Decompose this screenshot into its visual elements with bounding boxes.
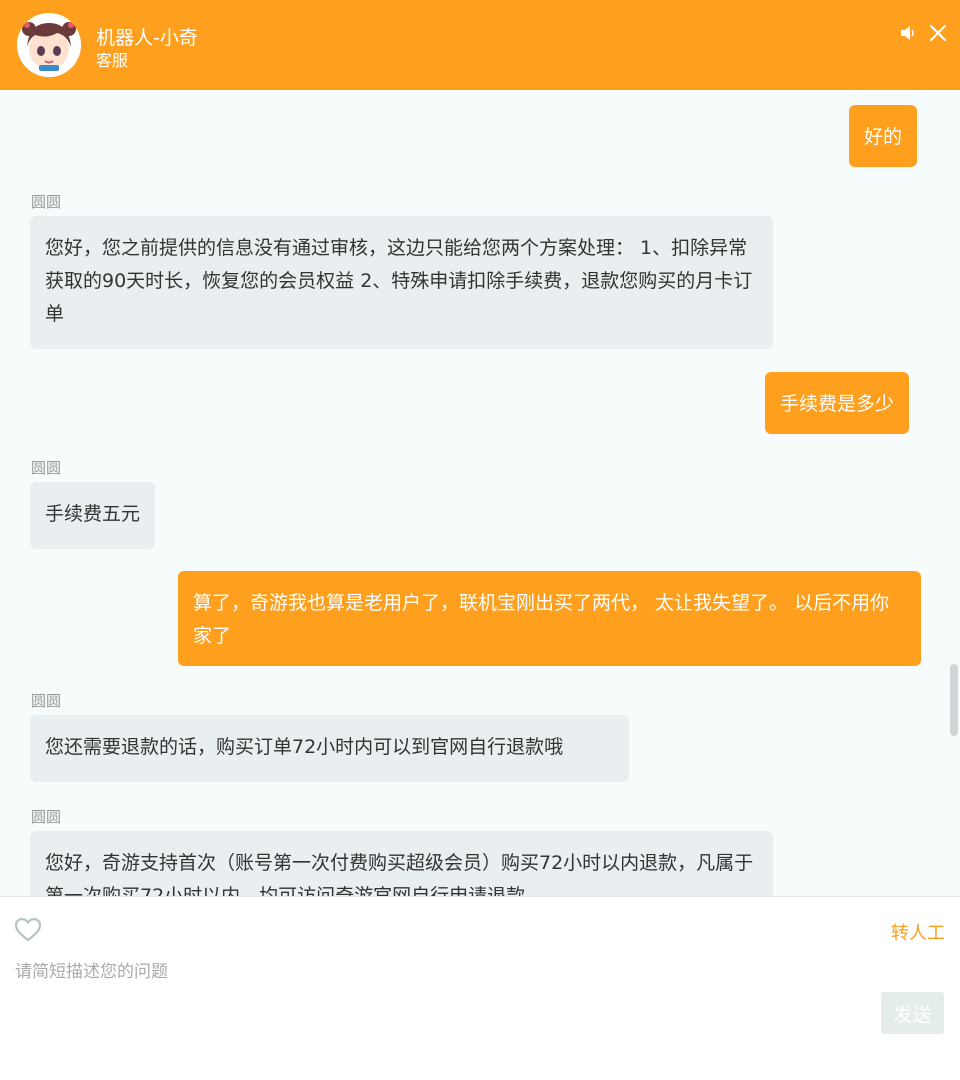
close-icon[interactable]	[929, 24, 947, 42]
input-area: 转人工 发送	[0, 896, 960, 1080]
heart-icon[interactable]	[14, 917, 42, 943]
chat-subtitle: 客服	[96, 51, 129, 70]
agent-name: 圆圆	[31, 692, 62, 710]
agent-message: 您好，您之前提供的信息没有通过审核，这边只能给您两个方案处理： 1、扣除异常获取…	[30, 216, 773, 349]
avatar	[17, 13, 81, 77]
user-message: 算了，奇游我也算是老用户了，联机宝刚出买了两代， 太让我失望了。 以后不用你家了	[178, 571, 921, 666]
agent-name: 圆圆	[31, 808, 62, 826]
message-input[interactable]	[15, 957, 875, 987]
chat-header: 机器人-小奇 客服	[0, 0, 960, 90]
chat-scrollbar[interactable]	[950, 664, 958, 736]
agent-message: 手续费五元	[30, 482, 156, 549]
sound-icon[interactable]	[899, 25, 917, 41]
user-message: 好的	[849, 105, 918, 167]
agent-name: 圆圆	[31, 459, 62, 477]
agent-message: 您好，奇游支持首次（账号第一次付费购买超级会员）购买72小时以内退款，凡属于第一…	[30, 831, 773, 896]
send-button[interactable]: 发送	[881, 992, 944, 1034]
chat-messages[interactable]: 好的 圆圆 您好，您之前提供的信息没有通过审核，这边只能给您两个方案处理： 1、…	[0, 90, 960, 896]
agent-name: 圆圆	[31, 193, 62, 211]
transfer-to-human-button[interactable]: 转人工	[891, 919, 945, 945]
user-message: 手续费是多少	[765, 372, 910, 434]
chat-title: 机器人-小奇	[96, 27, 198, 49]
agent-message: 您还需要退款的话，购买订单72小时内可以到官网自行退款哦	[30, 715, 629, 782]
